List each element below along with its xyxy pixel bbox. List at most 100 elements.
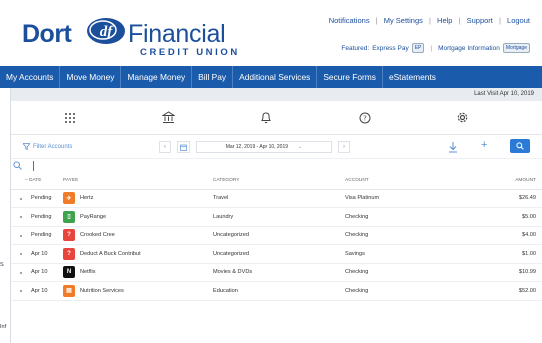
transaction-payee[interactable]: Crooked Cree	[80, 232, 115, 238]
transaction-payee[interactable]: PayRange	[80, 214, 106, 220]
transaction-category[interactable]: Uncategorized	[213, 244, 345, 264]
mortgage-tag[interactable]: Mortgage	[502, 43, 530, 53]
filter-accounts-label: Filter Accounts	[33, 143, 73, 150]
background-page-stub: S	[0, 262, 10, 268]
table-header-row: – DATE PAYEE CATEGORY ACCOUNT AMOUNT	[11, 173, 542, 190]
transaction-payee[interactable]: Hertz	[80, 195, 93, 201]
transaction-amount: $5.00	[475, 207, 542, 227]
row-expand-bullet[interactable]	[20, 290, 22, 292]
background-page-stub: Inf	[0, 324, 10, 330]
row-expand-bullet[interactable]	[20, 234, 22, 237]
express-pay-link[interactable]: Express Pay	[372, 45, 409, 52]
nav-item-additional-services[interactable]: Additional Services	[233, 66, 318, 88]
help-link[interactable]: Help	[437, 16, 452, 25]
merchant-logo-icon: ?	[63, 247, 75, 260]
svg-text:?: ?	[363, 114, 367, 122]
df-logo-mark: df	[87, 18, 125, 44]
transaction-category[interactable]: Laundry	[213, 207, 345, 227]
site-header: Dort df Financial CREDIT UNION Notificat…	[0, 0, 542, 66]
amount-column-header[interactable]: AMOUNT	[475, 173, 542, 190]
search-button[interactable]	[510, 139, 530, 153]
transaction-account: Checking	[345, 263, 475, 282]
filter-accounts-button[interactable]: Filter Accounts	[23, 143, 72, 150]
transaction-payee[interactable]: Nutrition Services	[80, 288, 124, 294]
featured-links: Featured: Express Pay EP | Mortgage Info…	[341, 43, 530, 53]
nav-item-my-accounts[interactable]: My Accounts	[0, 66, 61, 88]
mortgage-information-link[interactable]: Mortgage Information	[438, 45, 500, 52]
merchant-logo-icon: ▤	[63, 284, 75, 297]
transaction-account: Savings	[345, 244, 475, 264]
link-separator: |	[429, 16, 431, 25]
my-settings-link[interactable]: My Settings	[384, 16, 423, 25]
transaction-payee-cell: ? Deduct A Buck Contribut	[63, 244, 213, 264]
transaction-category[interactable]: Uncategorized	[213, 226, 345, 245]
category-column-header[interactable]: CATEGORY	[213, 173, 345, 190]
transaction-date-cell: Pending	[11, 207, 63, 227]
table-row[interactable]: Pending ▯ PayRange Laundry Checking $5.00	[11, 207, 542, 227]
table-row[interactable]: Apr 10 ▤ Nutrition Services Education Checki…	[11, 281, 542, 301]
previous-period-button[interactable]: ‹	[159, 141, 171, 153]
gear-icon[interactable]	[456, 111, 470, 125]
download-icon[interactable]	[448, 141, 458, 153]
filter-icon	[23, 143, 30, 150]
transaction-payee[interactable]: Deduct A Buck Contribut	[80, 251, 141, 257]
merchant-logo-icon: ▯	[63, 210, 75, 223]
table-row[interactable]: Apr 10? Deduct A Buck Contribut Uncategori…	[11, 244, 542, 264]
date-range-select[interactable]: Mar 12, 2019 - Apr 10, 2019 ⌄	[196, 141, 332, 153]
transaction-account: Checking	[345, 207, 475, 227]
transaction-search-row[interactable]	[11, 159, 542, 173]
table-row[interactable]: Pending ✈ Hertz Travel Visa Platinum $26.49	[11, 189, 542, 208]
transactions-toolbar: Filter Accounts ‹ Mar 12, 2019 - Apr 10,…	[11, 135, 542, 159]
transaction-date-cell: Pending	[11, 226, 63, 245]
payee-column-header[interactable]: PAYEE	[63, 173, 213, 190]
date-column-header[interactable]: – DATE	[11, 173, 63, 190]
featured-label: Featured:	[341, 44, 370, 52]
bell-icon[interactable]	[259, 111, 273, 125]
calendar-icon	[180, 144, 187, 151]
transaction-amount: $1.00	[475, 244, 542, 264]
nav-item-secure-forms[interactable]: Secure Forms	[317, 66, 383, 88]
calendar-button[interactable]	[177, 141, 190, 153]
grid-icon[interactable]	[63, 111, 77, 125]
search-text-cursor	[33, 161, 34, 171]
next-period-button[interactable]: ›	[338, 141, 350, 153]
logout-link[interactable]: Logout	[507, 16, 530, 25]
table-row[interactable]: Pending? Crooked Cree Uncategorized Checkin…	[11, 226, 542, 245]
date-range-value: Mar 12, 2019 - Apr 10, 2019	[225, 144, 289, 150]
last-visit-text: Last Visit Apr 10, 2019	[11, 88, 542, 101]
transaction-category[interactable]: Movies & DVDs	[213, 263, 345, 282]
link-separator: |	[499, 16, 501, 25]
module-icon-bar: ?	[11, 101, 542, 135]
transaction-payee-cell: ? Crooked Cree	[63, 226, 213, 245]
transaction-category[interactable]: Travel	[213, 189, 345, 208]
add-transaction-button[interactable]: +	[481, 139, 487, 151]
link-separator: |	[458, 16, 461, 25]
support-link[interactable]: Support	[467, 16, 493, 25]
nav-item-estatements[interactable]: eStatements	[383, 66, 442, 88]
transaction-date: Pending	[31, 232, 52, 239]
search-icon	[516, 142, 524, 150]
merchant-logo-icon: ?	[63, 229, 75, 242]
row-expand-bullet[interactable]	[20, 271, 22, 274]
row-expand-bullet[interactable]	[20, 253, 22, 255]
transaction-date-cell: Apr 10	[11, 244, 63, 264]
date-range-picker: ‹ Mar 12, 2019 - Apr 10, 2019 ⌄ ›	[159, 140, 350, 154]
nav-item-move-money[interactable]: Move Money	[60, 66, 122, 88]
chevron-down-icon: ⌄	[298, 144, 303, 150]
account-column-header[interactable]: ACCOUNT	[345, 173, 475, 190]
table-row[interactable]: Apr 10 N Netflix Movies & DVDs Checking $10.9…	[11, 263, 542, 282]
transaction-category[interactable]: Education	[213, 281, 345, 301]
transaction-date: Pending	[31, 195, 52, 202]
transaction-date: Apr 10	[31, 287, 48, 294]
row-expand-bullet[interactable]	[20, 197, 22, 200]
notifications-link[interactable]: Notifications	[329, 16, 370, 25]
bank-icon[interactable]	[161, 111, 175, 125]
transaction-payee[interactable]: Netflix	[80, 269, 96, 275]
nav-item-bill-pay[interactable]: Bill Pay	[192, 66, 234, 88]
nav-item-manage-money[interactable]: Manage Money	[121, 66, 193, 88]
transaction-payee-cell: N Netflix	[63, 263, 213, 282]
express-pay-tag[interactable]: EP	[411, 43, 425, 53]
search-icon	[13, 161, 22, 170]
help-icon[interactable]: ?	[358, 111, 372, 125]
row-expand-bullet[interactable]	[20, 216, 22, 218]
